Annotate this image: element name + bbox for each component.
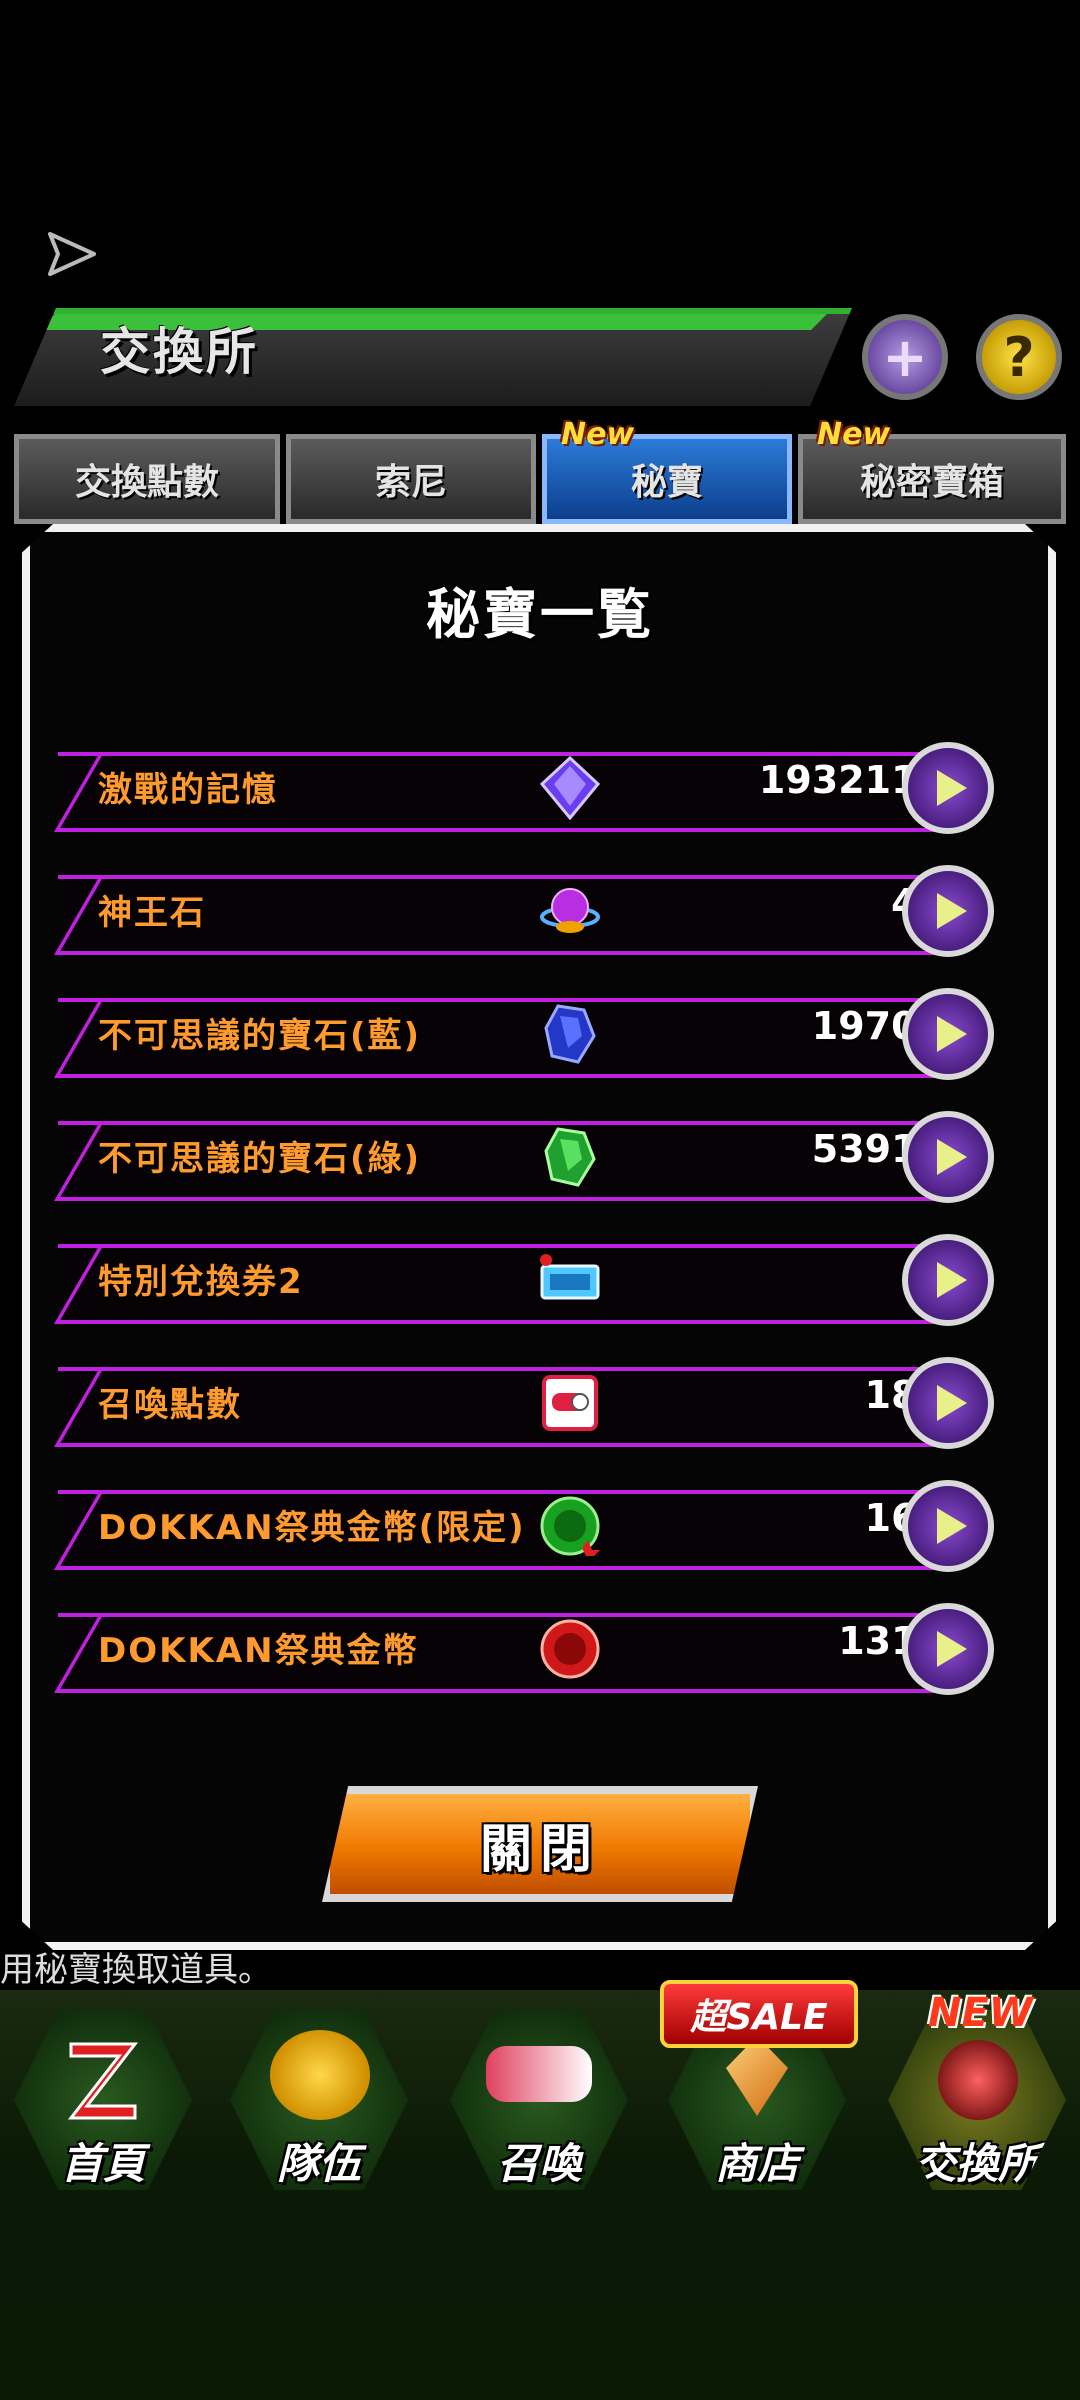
list-item: 特別兌換券2 0 — [50, 1234, 1010, 1326]
treasure-list[interactable]: 激戰的記憶 1932112 神王石 40 不可思議的寶石(藍) 19701 不可… — [50, 690, 1010, 1730]
play-icon — [937, 770, 967, 806]
detail-button[interactable] — [902, 1111, 994, 1203]
bottom-nav: 首頁 隊伍 召喚 商店 交換所 — [0, 1990, 1080, 2400]
tab-secret-chest[interactable]: New 秘密寶箱 — [798, 417, 1066, 524]
new-badge: New — [817, 417, 891, 452]
play-icon — [937, 1262, 967, 1298]
item-name: DOKKAN祭典金幣 — [98, 1631, 419, 1671]
nav-label: 商店 — [714, 2139, 799, 2188]
nav-home[interactable]: 首頁 — [14, 2010, 192, 2190]
question-icon: ? — [1003, 325, 1035, 389]
detail-button[interactable] — [902, 1603, 994, 1695]
detail-button[interactable] — [902, 742, 994, 834]
summon-icon — [486, 2046, 592, 2102]
green-gem-icon — [538, 1125, 602, 1189]
detail-button[interactable] — [902, 1480, 994, 1572]
detail-button[interactable] — [902, 865, 994, 957]
ticket-icon — [538, 1248, 602, 1312]
item-name: DOKKAN祭典金幣(限定) — [98, 1508, 526, 1548]
cast-icon[interactable] — [44, 226, 100, 282]
item-name: 激戰的記憶 — [98, 770, 278, 810]
character-icon — [938, 2040, 1018, 2120]
item-name: 不可思議的寶石(藍) — [98, 1016, 422, 1056]
modal-title: 秘寶一覧 — [426, 583, 654, 646]
item-name: 特別兌換券2 — [98, 1262, 304, 1302]
nav-label: 首頁 — [60, 2139, 145, 2188]
green-coin-icon — [538, 1494, 602, 1558]
item-name: 神王石 — [98, 893, 206, 933]
new-badge: New — [561, 417, 635, 452]
page-title: 交換所 — [100, 323, 259, 381]
nav-label: 隊伍 — [276, 2139, 361, 2188]
list-item: 神王石 40 — [50, 865, 1010, 957]
shop-crystal-icon — [726, 2036, 788, 2116]
plus-icon: + — [882, 325, 928, 389]
list-item: 不可思議的寶石(綠) 53914 — [50, 1111, 1010, 1203]
detail-button[interactable] — [902, 1234, 994, 1326]
red-coin-icon — [538, 1617, 602, 1681]
add-button[interactable]: + — [862, 314, 948, 400]
item-name: 不可思議的寶石(綠) — [98, 1139, 422, 1179]
nav-label: 召喚 — [496, 2139, 581, 2188]
nav-label: 交換所 — [913, 2139, 1040, 2188]
nav-exchange[interactable]: 交換所 — [888, 2010, 1066, 2190]
list-item: DOKKAN祭典金幣 1310 — [50, 1603, 1010, 1695]
new-badge: NEW — [928, 1990, 1033, 2036]
detail-button[interactable] — [902, 988, 994, 1080]
team-icon — [270, 2030, 370, 2120]
summon-points-icon — [538, 1371, 602, 1435]
tab-label: 交換點數 — [74, 462, 219, 503]
nav-summon[interactable]: 召喚 — [450, 2010, 628, 2190]
tab-exchange-points[interactable]: 交換點數 — [14, 434, 280, 524]
z-logo-icon — [67, 2042, 139, 2120]
detail-button[interactable] — [902, 1357, 994, 1449]
tab-sony[interactable]: 索尼 — [286, 434, 536, 524]
play-icon — [937, 893, 967, 929]
tab-label: 秘密寶箱 — [859, 462, 1004, 503]
play-icon — [937, 1139, 967, 1175]
list-item: 召喚點數 180 — [50, 1357, 1010, 1449]
play-icon — [937, 1385, 967, 1421]
list-item: 激戰的記憶 1932112 — [50, 742, 1010, 834]
purple-orb-icon — [538, 879, 602, 943]
item-name: 召喚點數 — [98, 1385, 242, 1425]
play-icon — [937, 1508, 967, 1544]
tab-bar: 交換點數 索尼 New 秘寶 New 秘密寶箱 — [14, 417, 1066, 524]
tab-treasures[interactable]: New 秘寶 — [542, 417, 792, 524]
close-button[interactable]: 關閉 — [322, 1786, 758, 1902]
list-item: DOKKAN祭典金幣(限定) 160 — [50, 1480, 1010, 1572]
help-button[interactable]: ? — [976, 314, 1062, 400]
blue-gem-icon — [538, 1002, 602, 1066]
sale-badge: 超SALE — [660, 1980, 858, 2048]
purple-crystal-icon — [538, 756, 602, 820]
play-icon — [937, 1631, 967, 1667]
nav-team[interactable]: 隊伍 — [230, 2010, 408, 2190]
play-icon — [937, 1016, 967, 1052]
tab-label: 秘寶 — [630, 462, 703, 503]
list-item: 不可思議的寶石(藍) 19701 — [50, 988, 1010, 1080]
tab-label: 索尼 — [374, 462, 447, 503]
